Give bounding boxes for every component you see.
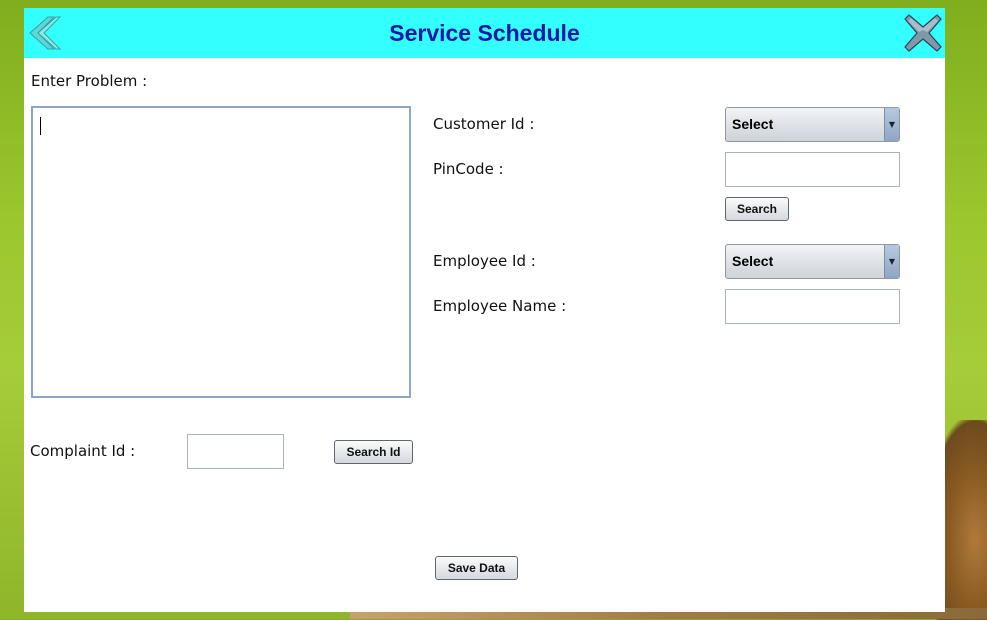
- customer-id-select-value: Select: [732, 116, 774, 132]
- pincode-label: PinCode :: [433, 160, 504, 178]
- complaint-id-input[interactable]: [187, 434, 284, 469]
- service-schedule-window: Service Schedule Enter Problem : Complai…: [24, 8, 945, 612]
- pincode-input[interactable]: [725, 152, 900, 187]
- chevron-down-icon: ▼: [884, 245, 899, 278]
- title-bar: Service Schedule: [24, 8, 945, 58]
- employee-name-label: Employee Name :: [433, 297, 567, 315]
- problem-textarea[interactable]: [31, 106, 411, 398]
- employee-id-label: Employee Id :: [433, 252, 536, 270]
- back-arrow-icon[interactable]: [26, 15, 62, 51]
- search-button[interactable]: Search: [725, 197, 789, 221]
- customer-id-label: Customer Id :: [433, 115, 535, 133]
- close-x-icon[interactable]: [903, 13, 943, 53]
- customer-id-select[interactable]: Select ▼: [725, 107, 900, 142]
- enter-problem-label: Enter Problem :: [31, 72, 148, 90]
- save-data-button[interactable]: Save Data: [435, 556, 518, 580]
- employee-id-select-value: Select: [732, 253, 774, 269]
- chevron-down-icon: ▼: [884, 108, 899, 141]
- employee-name-input[interactable]: [725, 289, 900, 324]
- employee-id-select[interactable]: Select ▼: [725, 244, 900, 279]
- window-title: Service Schedule: [389, 20, 580, 46]
- text-caret: [40, 117, 41, 135]
- search-id-button[interactable]: Search Id: [334, 440, 413, 464]
- complaint-id-label: Complaint Id :: [30, 442, 136, 460]
